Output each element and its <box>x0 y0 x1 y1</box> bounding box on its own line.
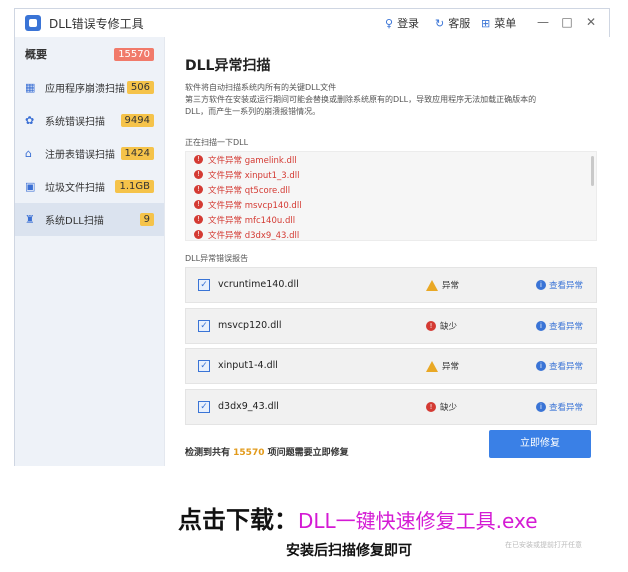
row-status: ! 缺少 <box>426 401 457 413</box>
sidebar-item-system-error[interactable]: ✿ 系统错误扫描 9494 <box>15 104 164 137</box>
error-icon: ! <box>194 230 203 239</box>
promo-download-line: 点击下载：DLL一键快速修复工具.exe <box>178 500 538 535</box>
dll-name: xinput1-4.dll <box>218 360 278 371</box>
sidebar-item-junk[interactable]: ▣ 垃圾文件扫描 1.1GB <box>15 170 164 203</box>
menu-link[interactable]: ⊞ 菜单 <box>481 15 516 31</box>
overview-label: 概要 <box>25 48 47 61</box>
login-label: 登录 <box>397 17 420 30</box>
view-exception-link[interactable]: i 查看异常 <box>536 401 583 413</box>
user-icon: ♀ <box>385 16 394 30</box>
description-line: 第三方软件在安装或运行期间可能会替换或删除系统原有的DLL，导致应用程序无法加载… <box>185 95 537 104</box>
menu-label: 菜单 <box>494 17 517 30</box>
app-logo-icon <box>25 15 41 31</box>
scan-log-line: ! 文件异常 mfc140u.dll <box>186 212 596 227</box>
info-icon: i <box>536 402 546 412</box>
error-icon: ! <box>194 185 203 194</box>
scan-log-line: ! 文件异常 qt5core.dll <box>186 182 596 197</box>
sidebar-item-dll[interactable]: ♜ 系统DLL扫描 9 <box>15 203 164 236</box>
service-label: 客服 <box>448 17 471 30</box>
sidebar-item-label: 应用程序崩溃扫描 <box>45 84 125 95</box>
scan-log-line: ! 文件异常 gamelink.dll <box>186 152 596 167</box>
page-title: DLL异常扫描 <box>185 58 271 74</box>
app-window: DLL错误专修工具 ♀ 登录 ↻ 客服 ⊞ 菜单 — □ ✕ 概要 15570 … <box>14 8 610 466</box>
close-icon[interactable]: ✕ <box>583 14 599 30</box>
description: 软件将自动扫描系统内所有的关键DLL文件 第三方软件在安装或运行期间可能会替换或… <box>185 82 585 118</box>
sidebar-item-count: 1424 <box>120 147 154 160</box>
warning-icon <box>426 279 438 291</box>
scan-log-scrollbar[interactable] <box>591 156 594 186</box>
info-icon: i <box>536 321 546 331</box>
login-link[interactable]: ♀ 登录 <box>385 15 419 31</box>
sidebar-item-overview[interactable]: 概要 15570 <box>15 37 164 71</box>
description-line: 软件将自动扫描系统内所有的关键DLL文件 <box>185 83 337 92</box>
menu-grid-icon: ⊞ <box>481 16 491 30</box>
error-icon: ! <box>426 402 436 412</box>
dll-name: vcruntime140.dll <box>218 279 299 290</box>
scan-log-line: ! 文件异常 d3dx9_43.dll <box>186 227 596 240</box>
sidebar-item-app-crash[interactable]: ▦ 应用程序崩溃扫描 506 <box>15 71 164 104</box>
promo-prefix: 点击下载： <box>178 505 298 534</box>
error-icon: ! <box>194 170 203 179</box>
report-row: ✓ vcruntime140.dll 异常 i 查看异常 <box>185 267 597 303</box>
view-exception-link[interactable]: i 查看异常 <box>536 320 583 332</box>
promo-download-link[interactable]: DLL一键快速修复工具.exe <box>298 509 538 533</box>
dll-name: msvcp120.dll <box>218 320 282 331</box>
service-link[interactable]: ↻ 客服 <box>435 15 470 31</box>
description-line: DLL，而产生一系列的崩溃报错情况。 <box>185 107 321 116</box>
row-checkbox[interactable]: ✓ <box>198 279 210 291</box>
sidebar-item-count: 506 <box>126 81 154 94</box>
headset-icon: ↻ <box>435 16 445 30</box>
dll-name: d3dx9_43.dll <box>218 401 279 412</box>
main-panel: DLL异常扫描 软件将自动扫描系统内所有的关键DLL文件 第三方软件在安装或运行… <box>165 37 610 466</box>
sidebar-item-label: 系统错误扫描 <box>45 117 105 128</box>
scanning-label: 正在扫描一下DLL <box>185 138 249 147</box>
overview-count-badge: 15570 <box>114 47 154 61</box>
sidebar-item-registry[interactable]: ⌂ 注册表错误扫描 1424 <box>15 137 164 170</box>
watermark-text: 在已安装或提前打开任意 <box>505 541 582 549</box>
trash-icon: ♜ <box>25 213 35 226</box>
row-checkbox[interactable]: ✓ <box>198 320 210 332</box>
report-row: ✓ d3dx9_43.dll ! 缺少 i 查看异常 <box>185 389 597 425</box>
report-row: ✓ xinput1-4.dll 异常 i 查看异常 <box>185 348 597 384</box>
minimize-icon[interactable]: — <box>535 14 551 30</box>
sidebar-item-label: 系统DLL扫描 <box>45 216 104 227</box>
sidebar-item-count: 9494 <box>120 114 154 127</box>
sidebar-item-count: 1.1GB <box>115 180 154 193</box>
view-exception-link[interactable]: i 查看异常 <box>536 279 583 291</box>
warning-icon <box>426 360 438 372</box>
row-status: 异常 <box>426 360 459 372</box>
report-label: DLL异常错误报告 <box>185 254 249 263</box>
scan-log: ! 文件异常 gamelink.dll ! 文件异常 xinput1_3.dll !… <box>185 151 597 241</box>
info-icon: i <box>536 361 546 371</box>
sidebar-item-label: 垃圾文件扫描 <box>45 183 105 194</box>
row-checkbox[interactable]: ✓ <box>198 401 210 413</box>
scan-log-line: ! 文件异常 msvcp140.dll <box>186 197 596 212</box>
error-icon: ! <box>194 155 203 164</box>
info-icon: i <box>536 280 546 290</box>
issue-count: 15570 <box>233 448 265 458</box>
error-icon: ! <box>194 200 203 209</box>
maximize-icon[interactable]: □ <box>559 14 575 30</box>
error-icon: ! <box>426 321 436 331</box>
report-list: ✓ vcruntime140.dll 异常 i 查看异常 ✓ msvcp120.d… <box>185 267 605 425</box>
registry-icon: ⌂ <box>25 147 32 160</box>
titlebar: DLL错误专修工具 ♀ 登录 ↻ 客服 ⊞ 菜单 — □ ✕ <box>15 9 609 38</box>
scan-log-line: ! 文件异常 xinput1_3.dll <box>186 167 596 182</box>
sidebar-item-label: 注册表错误扫描 <box>45 150 115 161</box>
error-icon: ! <box>194 215 203 224</box>
trash-box-icon: ▣ <box>25 180 36 193</box>
row-status: ! 缺少 <box>426 320 457 332</box>
report-row: ✓ msvcp120.dll ! 缺少 i 查看异常 <box>185 308 597 344</box>
sidebar-item-count: 9 <box>139 213 154 226</box>
view-exception-link[interactable]: i 查看异常 <box>536 360 583 372</box>
issue-summary: 检测到共有 15570 项问题需要立即修复 <box>185 448 349 458</box>
row-status: 异常 <box>426 279 459 291</box>
promo-instruction: 安装后扫描修复即可 <box>286 543 412 559</box>
gear-icon: ✿ <box>25 114 35 127</box>
grid-icon: ▦ <box>25 81 36 94</box>
row-checkbox[interactable]: ✓ <box>198 360 210 372</box>
app-title: DLL错误专修工具 <box>49 17 144 31</box>
fix-now-button[interactable]: 立即修复 <box>489 430 591 458</box>
sidebar: 概要 15570 ▦ 应用程序崩溃扫描 506 ✿ 系统错误扫描 9494 ⌂ … <box>15 37 165 466</box>
